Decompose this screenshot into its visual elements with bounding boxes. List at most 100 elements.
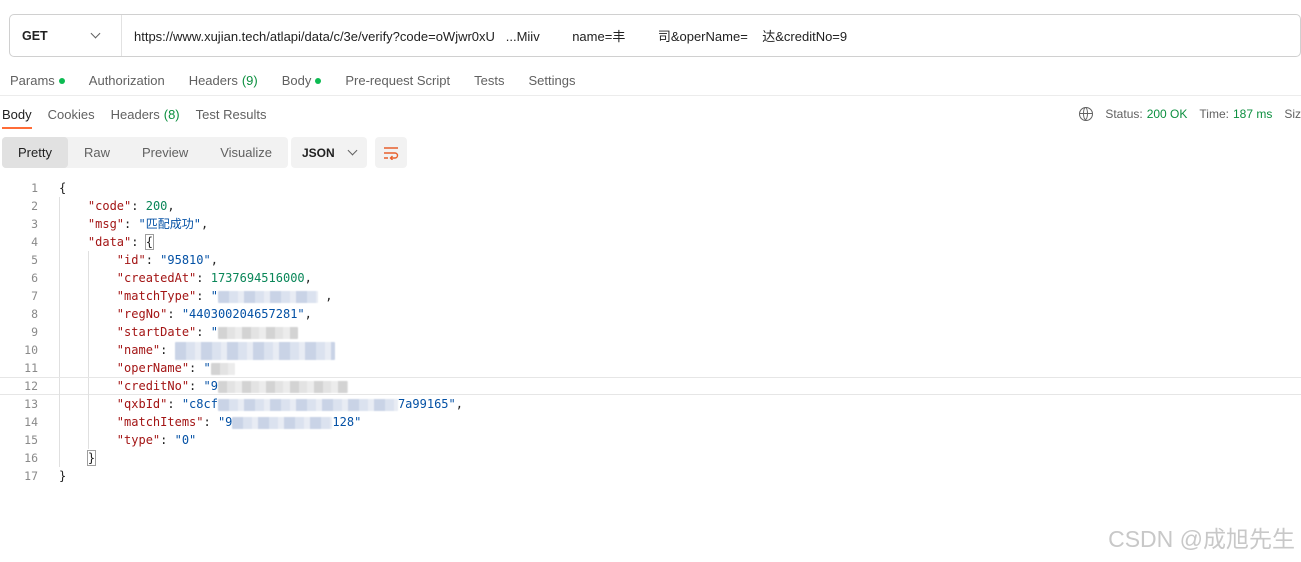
line-number: 11 [24, 361, 38, 375]
response-headers-count: (8) [163, 106, 180, 122]
json-key: "id" [116, 253, 146, 267]
time-value[interactable]: 187 ms [1233, 107, 1272, 121]
view-preview-button[interactable]: Preview [126, 137, 204, 168]
json-key: "createdAt" [116, 271, 197, 285]
method-select[interactable]: GET [10, 15, 122, 56]
json-value: 200 [145, 199, 168, 213]
response-status-area: Status: 200 OK Time: 187 ms Siz [1079, 99, 1301, 129]
json-value: "0" [174, 433, 197, 447]
json-key: "name" [116, 343, 161, 357]
params-indicator-dot [58, 77, 65, 84]
tab-headers-label: Headers [188, 73, 238, 88]
line-number: 16 [24, 451, 38, 465]
tab-authorization[interactable]: Authorization [89, 73, 165, 88]
tab-body[interactable]: Body [282, 73, 322, 88]
view-raw-button[interactable]: Raw [68, 137, 126, 168]
redacted-value [217, 326, 298, 339]
json-brace: { [144, 234, 154, 250]
code-line: 14 "matchItems": "9 128" [0, 413, 1301, 431]
code-line: 9 "startDate": " [0, 323, 1301, 341]
tab-params[interactable]: Params [10, 73, 65, 88]
json-key: "operName" [116, 361, 190, 375]
size-label[interactable]: Siz [1284, 107, 1301, 121]
code-line: 3 "msg": "匹配成功", [0, 215, 1301, 233]
response-tab-headers-label: Headers [110, 106, 160, 122]
code-line: 10 "name": [0, 341, 1301, 360]
line-number: 1 [31, 181, 38, 195]
json-key: "creditNo" [116, 379, 190, 393]
response-tab-cookies[interactable]: Cookies [48, 99, 95, 129]
request-tabs: Params Authorization Headers (9) Body Pre… [0, 66, 1301, 96]
chevron-down-icon [347, 145, 358, 156]
method-label: GET [22, 28, 48, 43]
code-line: 11 "operName": " [0, 359, 1301, 377]
line-number: 10 [24, 343, 38, 357]
view-mode-group: Pretty Raw Preview Visualize [2, 137, 289, 168]
line-number: 7 [31, 289, 38, 303]
json-value: " [210, 289, 218, 303]
status-value[interactable]: 200 OK [1147, 107, 1188, 121]
json-value: " [203, 361, 211, 375]
line-number: 17 [24, 469, 38, 483]
tab-authorization-label: Authorization [88, 73, 165, 88]
response-tab-headers[interactable]: Headers (8) [111, 99, 180, 129]
tab-settings[interactable]: Settings [528, 73, 575, 88]
response-tab-body-label: Body [2, 106, 32, 122]
globe-icon[interactable] [1079, 107, 1094, 121]
tab-pre-request-label: Pre-request Script [345, 73, 451, 88]
json-key: "data" [87, 235, 132, 249]
json-key: "msg" [87, 217, 125, 231]
json-key: "qxbId" [116, 397, 168, 411]
tab-tests-label: Tests [474, 73, 505, 88]
json-key: "matchItems" [116, 415, 204, 429]
redacted-value [232, 416, 333, 429]
tab-tests[interactable]: Tests [474, 73, 504, 88]
json-brace: { [59, 181, 67, 195]
format-select[interactable]: JSON [291, 137, 367, 168]
wrap-lines-button[interactable] [375, 137, 407, 168]
json-value: "9 [217, 415, 233, 429]
json-value: "c8cf [181, 397, 218, 411]
json-key: "type" [116, 433, 161, 447]
redacted-value [217, 398, 398, 411]
code-line-highlighted: 12 "creditNo": "9 [0, 377, 1301, 396]
json-key: "regNo" [116, 307, 168, 321]
response-tab-test-results-label: Test Results [195, 106, 267, 122]
code-line: 17} [0, 467, 1301, 485]
json-key: "matchType" [116, 289, 197, 303]
json-value: "440300204657281" [181, 307, 305, 321]
code-line: 5 "id": "95810", [0, 251, 1301, 269]
url-input[interactable] [122, 15, 1300, 56]
redacted-value [217, 380, 348, 393]
code-line: 6 "createdAt": 1737694516000, [0, 269, 1301, 287]
line-number: 6 [31, 271, 38, 285]
tab-headers[interactable]: Headers (9) [189, 73, 258, 88]
code-line: 4 "data": { [0, 233, 1301, 251]
body-indicator-dot [315, 77, 322, 84]
json-brace: } [59, 469, 67, 483]
code-line: 16 } [0, 449, 1301, 467]
code-line: 8 "regNo": "440300204657281", [0, 305, 1301, 323]
line-number: 13 [24, 397, 38, 411]
tab-pre-request-script[interactable]: Pre-request Script [345, 73, 450, 88]
json-value: "9 [203, 379, 218, 393]
json-value: "95810" [160, 253, 211, 267]
response-json-viewer[interactable]: 1{ 2 "code": 200, 3 "msg": "匹配成功", 4 "da… [0, 179, 1301, 485]
line-number: 14 [24, 415, 38, 429]
code-line: 1{ [0, 179, 1301, 197]
tab-body-label: Body [281, 73, 312, 88]
json-value: "匹配成功" [138, 217, 201, 231]
line-number: 9 [31, 325, 38, 339]
tab-settings-label: Settings [528, 73, 576, 88]
response-tab-body[interactable]: Body [2, 99, 32, 129]
format-label: JSON [302, 145, 335, 160]
view-pretty-button[interactable]: Pretty [2, 137, 68, 168]
view-visualize-button[interactable]: Visualize [204, 137, 288, 168]
headers-count: (9) [241, 73, 258, 88]
line-number: 15 [24, 433, 38, 447]
json-value: " [210, 325, 218, 339]
response-tab-test-results[interactable]: Test Results [196, 99, 267, 129]
line-number: 8 [31, 307, 38, 321]
redacted-value [174, 341, 335, 360]
redacted-value [210, 362, 235, 375]
